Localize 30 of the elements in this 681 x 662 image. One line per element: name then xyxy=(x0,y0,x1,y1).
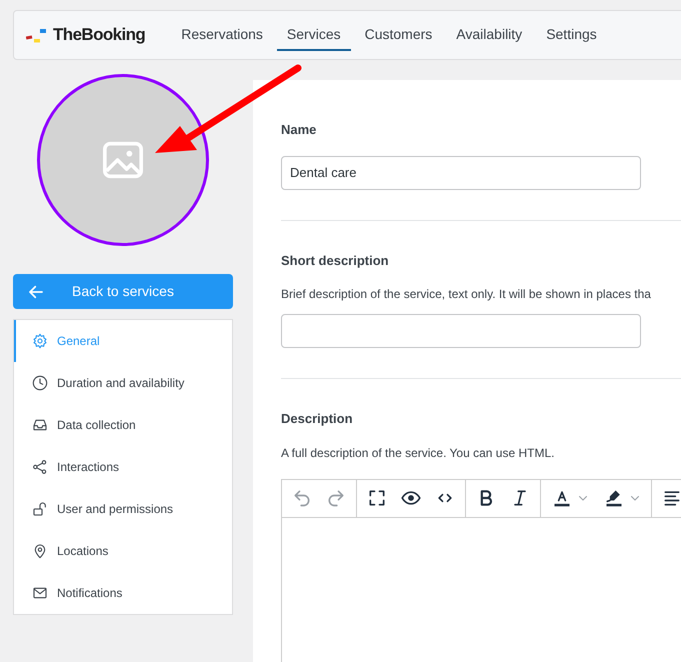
help-text: A full description of the service. You can use HTML. xyxy=(281,444,556,460)
nav-tab[interactable]: Settings xyxy=(536,20,607,50)
fullscreen-icon[interactable] xyxy=(367,488,387,508)
unlocked-padlock-icon xyxy=(32,501,48,517)
nav-tab[interactable]: Customers xyxy=(354,20,442,50)
menu-item[interactable]: Duration and availability xyxy=(14,362,232,404)
logo-text: TheBooking xyxy=(53,24,146,46)
clock-icon xyxy=(32,375,48,391)
nav-tab[interactable]: Availability xyxy=(446,20,532,50)
nav-tab[interactable]: Reservations xyxy=(171,20,273,50)
inbox-icon xyxy=(32,417,48,433)
menu-item[interactable]: Locations xyxy=(14,530,232,572)
field-label: Short description xyxy=(281,252,390,270)
menu-item[interactable]: Interactions xyxy=(14,446,232,488)
menu-item[interactable]: User and permissions xyxy=(14,488,232,530)
gear-icon xyxy=(32,333,48,349)
text-input[interactable]: Dental care xyxy=(281,156,641,190)
text-input[interactable] xyxy=(281,314,641,348)
nav-tab[interactable]: Services xyxy=(276,20,351,50)
field-label: Name xyxy=(281,121,318,139)
undo-icon[interactable] xyxy=(292,488,312,508)
share-icon xyxy=(32,459,48,475)
menu-item[interactable]: Notifications xyxy=(14,572,232,614)
envelope-icon xyxy=(32,585,48,601)
menu-item[interactable]: Data collection xyxy=(14,404,232,446)
image-icon xyxy=(100,140,146,180)
location-pin-icon xyxy=(32,543,48,559)
field-label: Description xyxy=(281,410,354,428)
help-text: Brief description of the service, text only. It will be shown in places tha xyxy=(281,286,652,302)
redo-icon[interactable] xyxy=(326,488,346,508)
